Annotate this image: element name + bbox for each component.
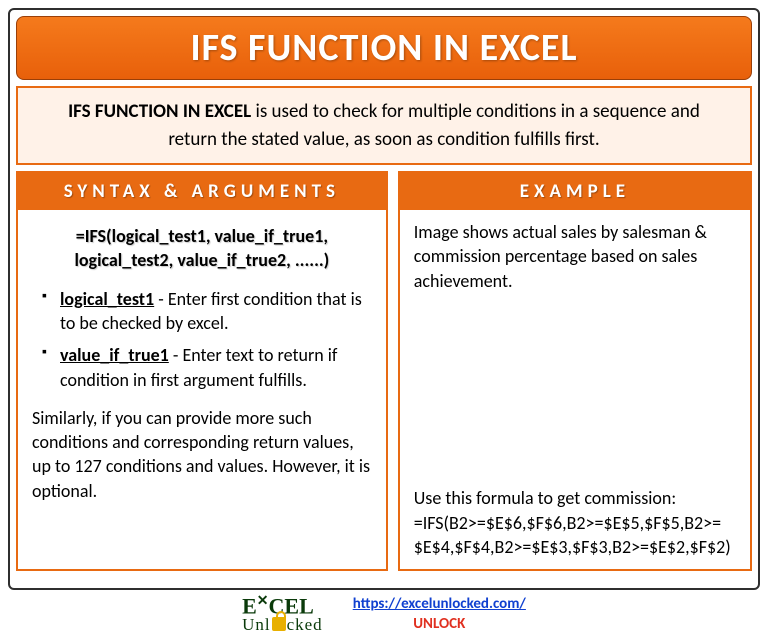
lock-icon <box>272 617 286 631</box>
argument-list: logical_test1 - Enter first condition th… <box>32 287 372 392</box>
brand-logo: E✕CEL Unlcked <box>242 596 323 632</box>
footer: E✕CEL Unlcked https://excelunlocked.com/… <box>8 592 760 636</box>
footer-unlock: UNLOCK <box>353 615 526 633</box>
syntax-heading: SYNTAX & ARGUMENTS <box>18 173 386 210</box>
syntax-formula: =IFS(logical_test1, value_if_true1, logi… <box>32 220 372 287</box>
logo-sub: Unlcked <box>242 616 323 632</box>
syntax-body: =IFS(logical_test1, value_if_true1, logi… <box>18 210 386 569</box>
argument-item: logical_test1 - Enter first condition th… <box>42 287 372 336</box>
footer-url[interactable]: https://excelunlocked.com/ <box>353 595 526 613</box>
syntax-note: Similarly, if you can provide more such … <box>32 406 372 503</box>
example-body: Image shows actual sales by salesman & c… <box>400 210 750 569</box>
main-title: IFS FUNCTION IN EXCEL <box>16 16 752 80</box>
syntax-column: SYNTAX & ARGUMENTS =IFS(logical_test1, v… <box>16 171 388 571</box>
example-column: EXAMPLE Image shows actual sales by sale… <box>398 171 752 571</box>
footer-links: https://excelunlocked.com/ UNLOCK <box>353 595 526 633</box>
columns: SYNTAX & ARGUMENTS =IFS(logical_test1, v… <box>16 171 752 571</box>
argument-item: value_if_true1 - Enter text to return if… <box>42 343 372 392</box>
argument-name: value_if_true1 <box>60 344 169 366</box>
example-intro: Image shows actual sales by salesman & c… <box>414 220 736 293</box>
argument-name: logical_test1 <box>60 288 154 310</box>
title-text: IFS FUNCTION IN EXCEL <box>190 25 577 71</box>
intro-lead: IFS FUNCTION IN EXCEL <box>68 100 251 123</box>
example-formula-label: Use this formula to get commission: <box>414 486 736 510</box>
infographic-frame: IFS FUNCTION IN EXCEL IFS FUNCTION IN EX… <box>8 8 760 590</box>
intro-box: IFS FUNCTION IN EXCEL is used to check f… <box>16 86 752 165</box>
example-heading: EXAMPLE <box>400 173 750 210</box>
example-formula-block: Use this formula to get commission: =IFS… <box>414 486 736 559</box>
example-formula: =IFS(B2>=$E$6,$F$6,B2>=$E$5,$F$5,B2>=$E$… <box>414 511 736 560</box>
